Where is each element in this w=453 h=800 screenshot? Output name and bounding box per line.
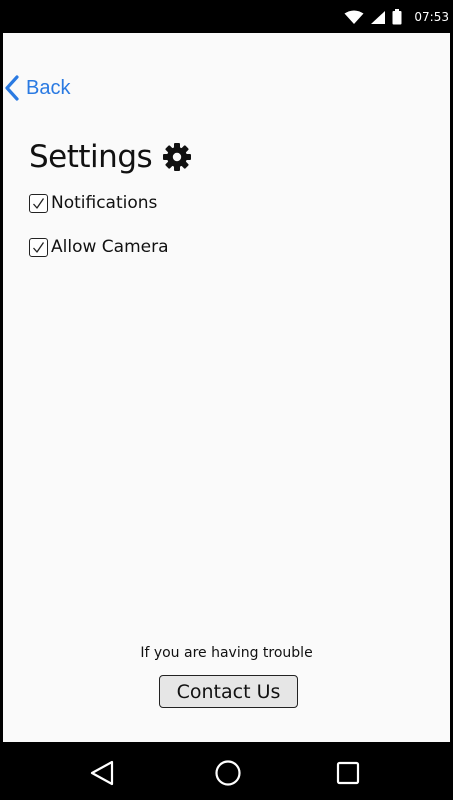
checkmark-icon: [33, 197, 45, 209]
allow-camera-checkbox[interactable]: [29, 237, 48, 257]
status-bar: 07:53: [0, 0, 453, 33]
gear-icon: [163, 143, 192, 171]
checkmark-icon: [33, 241, 45, 253]
battery-icon: [392, 9, 402, 25]
chevron-left-icon: [5, 75, 19, 101]
back-triangle-icon: [90, 760, 114, 786]
status-icons: 07:53: [344, 8, 449, 26]
settings-header: Settings: [29, 137, 192, 177]
nav-home-button[interactable]: [214, 759, 242, 787]
allow-camera-option[interactable]: Allow Camera: [29, 236, 169, 258]
clock: 07:53: [414, 10, 449, 24]
page-title: Settings: [29, 139, 153, 175]
nav-back-button[interactable]: [88, 759, 116, 787]
home-circle-icon: [215, 760, 241, 786]
notifications-checkbox[interactable]: [29, 193, 48, 213]
back-label: Back: [26, 76, 71, 99]
navigation-bar: [0, 742, 453, 800]
trouble-text: If you are having trouble: [140, 645, 313, 661]
contact-us-button[interactable]: Contact Us: [159, 675, 298, 708]
settings-screen: Back Settings Notifications Allow Camera…: [3, 33, 450, 742]
phone-frame: 07:53 Back Settings Notifications Allow …: [0, 0, 453, 800]
allow-camera-label: Allow Camera: [51, 237, 169, 257]
notifications-option[interactable]: Notifications: [29, 192, 157, 214]
nav-recents-button[interactable]: [334, 759, 362, 787]
recents-square-icon: [336, 761, 360, 785]
wifi-icon: [344, 10, 364, 24]
notifications-label: Notifications: [51, 193, 158, 213]
cell-signal-icon: [371, 10, 386, 24]
back-button[interactable]: Back: [4, 74, 70, 102]
